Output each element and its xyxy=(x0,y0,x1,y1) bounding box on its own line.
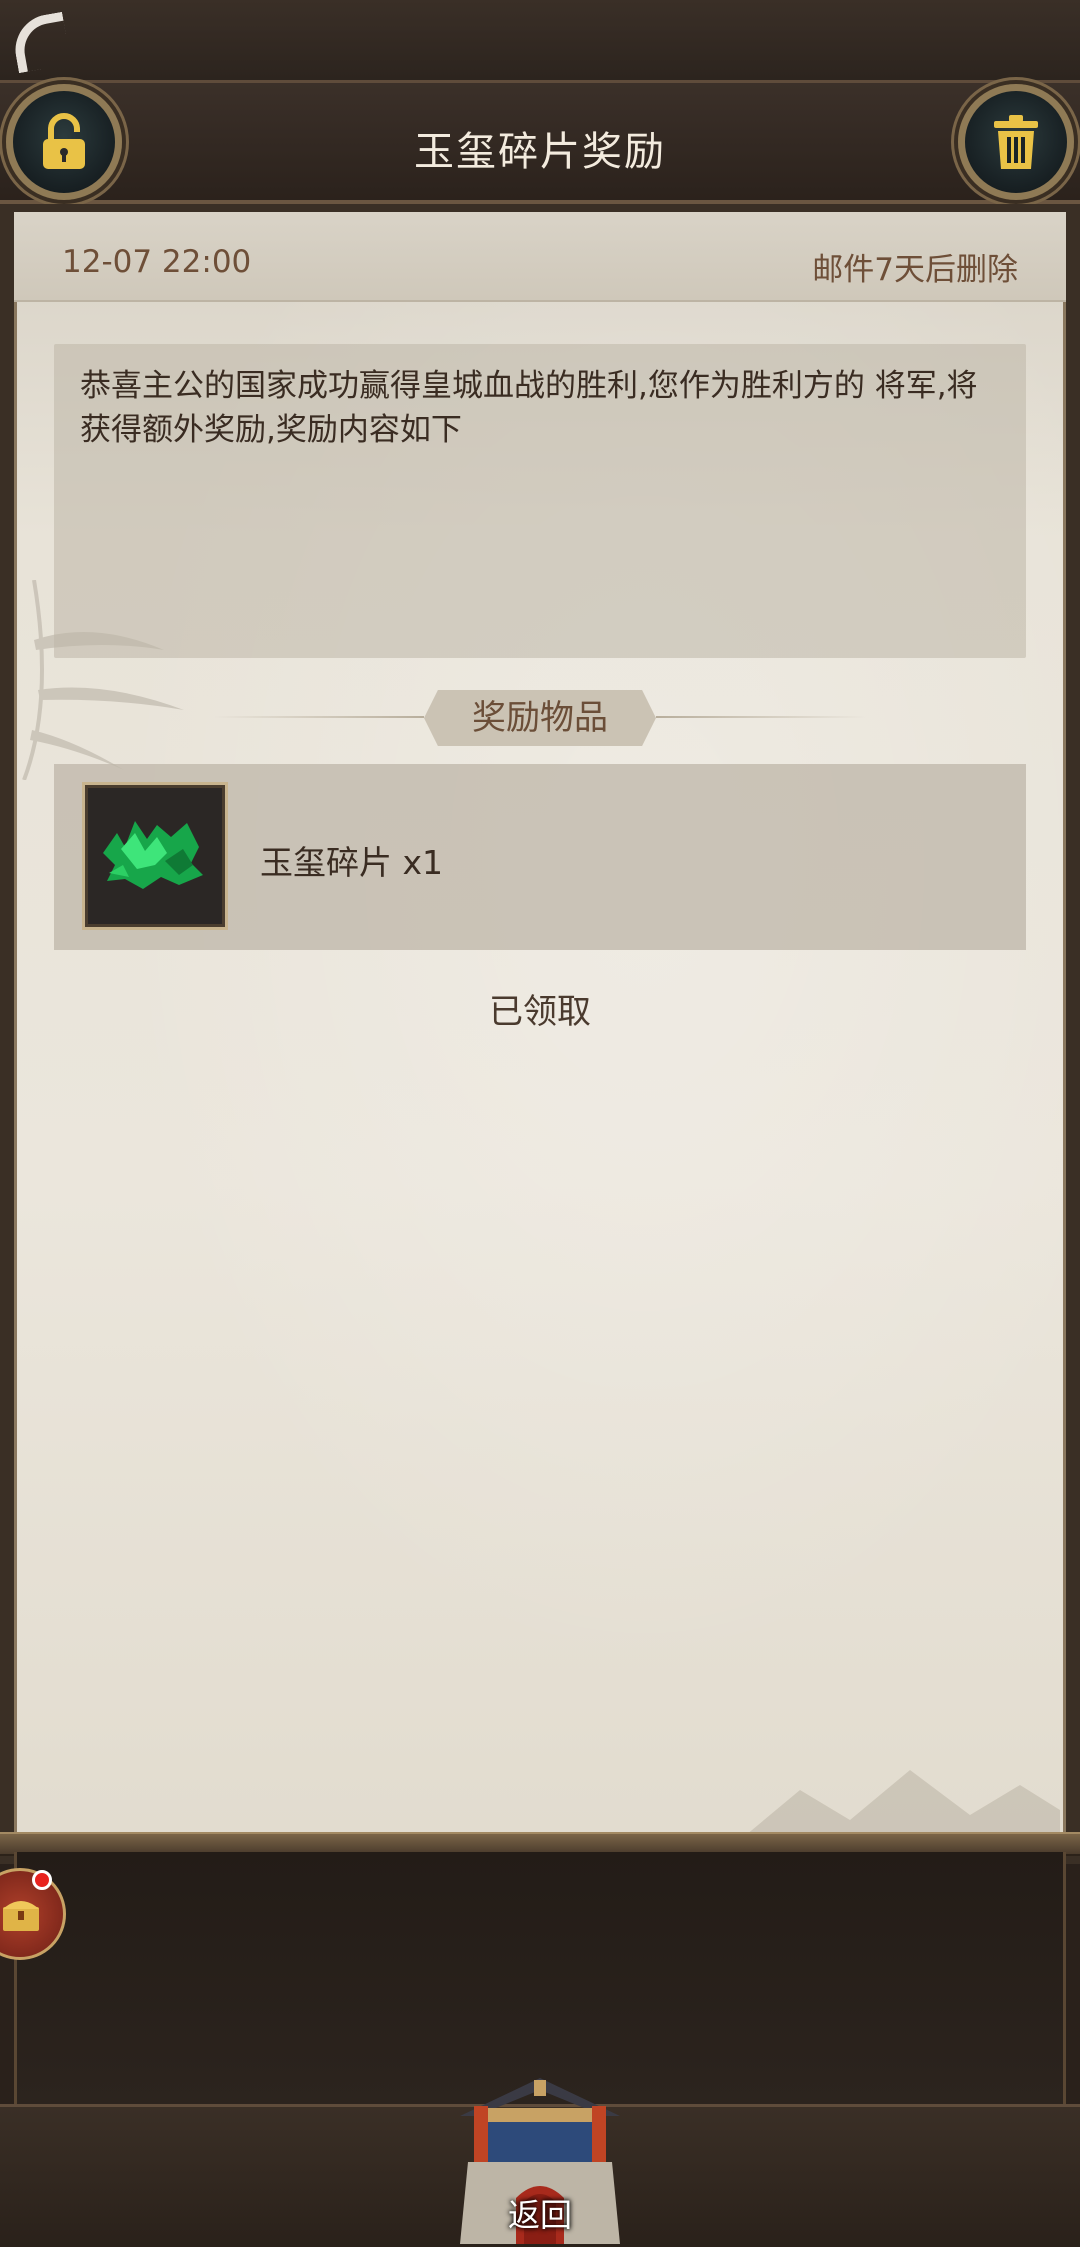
mail-date: 12-07 22:00 xyxy=(62,244,252,280)
unlock-icon xyxy=(43,113,85,169)
delete-button[interactable] xyxy=(958,84,1074,200)
rewards-section-label: 奖励物品 xyxy=(424,690,656,746)
reward-item-name: 玉玺碎片 x1 xyxy=(260,843,444,882)
notification-dot xyxy=(32,1870,52,1890)
status-bar xyxy=(0,0,1080,80)
reward-item-slot[interactable] xyxy=(82,782,228,930)
unlock-button[interactable] xyxy=(6,84,122,200)
status-indicator-icon xyxy=(9,11,72,74)
rewards-divider-left xyxy=(214,716,424,718)
mountain-decoration xyxy=(740,1770,1060,1840)
treasure-chest-icon xyxy=(3,1901,39,1931)
claim-status: 已领取 xyxy=(489,992,591,1032)
mail-body-text: 恭喜主公的国家成功赢得皇城血战的胜利,您作为胜利方的 将军,将获得额外奖励,奖励… xyxy=(80,368,978,448)
title-bar: 玉玺碎片奖励 xyxy=(0,80,1080,204)
page-title: 玉玺碎片奖励 xyxy=(414,129,666,175)
trash-icon xyxy=(994,115,1038,169)
return-label[interactable]: 返回 xyxy=(454,2190,626,2236)
jade-shard-icon xyxy=(103,821,203,889)
rewards-divider-right xyxy=(656,716,866,718)
mail-expiry-notice: 邮件7天后删除 xyxy=(812,252,1018,288)
